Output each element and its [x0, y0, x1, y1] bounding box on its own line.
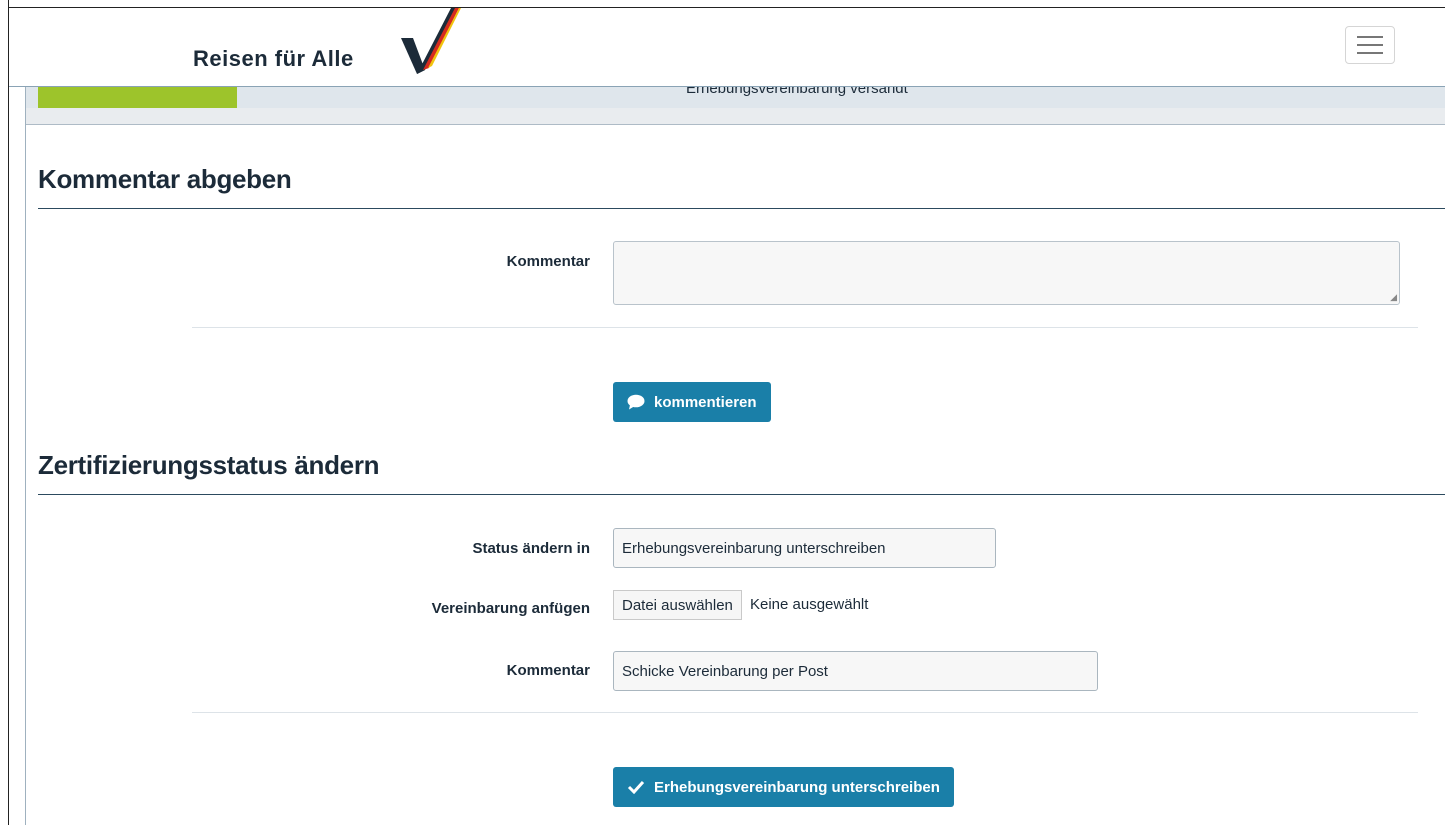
status-comment-label: Kommentar — [506, 662, 590, 679]
status-comment-value: Schicke Vereinbarung per Post — [622, 662, 828, 680]
content-left-border — [25, 86, 26, 825]
comment-submit-button[interactable]: kommentieren — [613, 382, 771, 422]
comment-textarea[interactable]: ◢ — [613, 241, 1400, 305]
progress-fill — [38, 86, 237, 108]
brand-name[interactable]: Reisen für Alle — [193, 46, 354, 72]
window-edge-left — [8, 0, 9, 825]
brand-logo-icon[interactable] — [399, 8, 469, 78]
status-select-label: Status ändern in — [472, 540, 590, 557]
section-divider — [38, 208, 1445, 209]
change-status-submit-button[interactable]: Erhebungsvereinbarung unterschreiben — [613, 767, 954, 807]
top-navbar: Reisen für Alle — [9, 8, 1445, 87]
comment-submit-label: kommentieren — [654, 393, 757, 411]
section-divider — [38, 494, 1445, 495]
change-status-submit-label: Erhebungsvereinbarung unterschreiben — [654, 778, 940, 796]
menu-bar-icon — [1357, 44, 1383, 46]
menu-bar-icon — [1357, 36, 1383, 38]
row-divider — [192, 712, 1418, 713]
status-select[interactable]: Erhebungsvereinbarung unterschreiben — [613, 528, 996, 568]
comment-field-label: Kommentar — [506, 253, 590, 270]
checkmark-icon — [627, 780, 645, 794]
row-divider — [192, 327, 1418, 328]
hamburger-menu-button[interactable] — [1345, 26, 1395, 64]
file-status-text: Keine ausgewählt — [750, 596, 869, 613]
status-section-title: Zertifizierungsstatus ändern — [38, 450, 380, 480]
status-progress-bar: Erhebungsvereinbarung versandt — [26, 80, 1445, 125]
comment-section-title: Kommentar abgeben — [38, 164, 292, 194]
choose-file-button[interactable]: Datei auswählen — [613, 590, 742, 620]
status-comment-input[interactable]: Schicke Vereinbarung per Post — [613, 651, 1098, 691]
resize-handle-icon[interactable]: ◢ — [1390, 293, 1397, 302]
choose-file-label: Datei auswählen — [622, 596, 733, 614]
menu-bar-icon — [1357, 52, 1383, 54]
status-select-value: Erhebungsvereinbarung unterschreiben — [622, 539, 886, 557]
speech-bubble-icon — [627, 394, 645, 410]
attachment-label: Vereinbarung anfügen — [431, 600, 590, 617]
